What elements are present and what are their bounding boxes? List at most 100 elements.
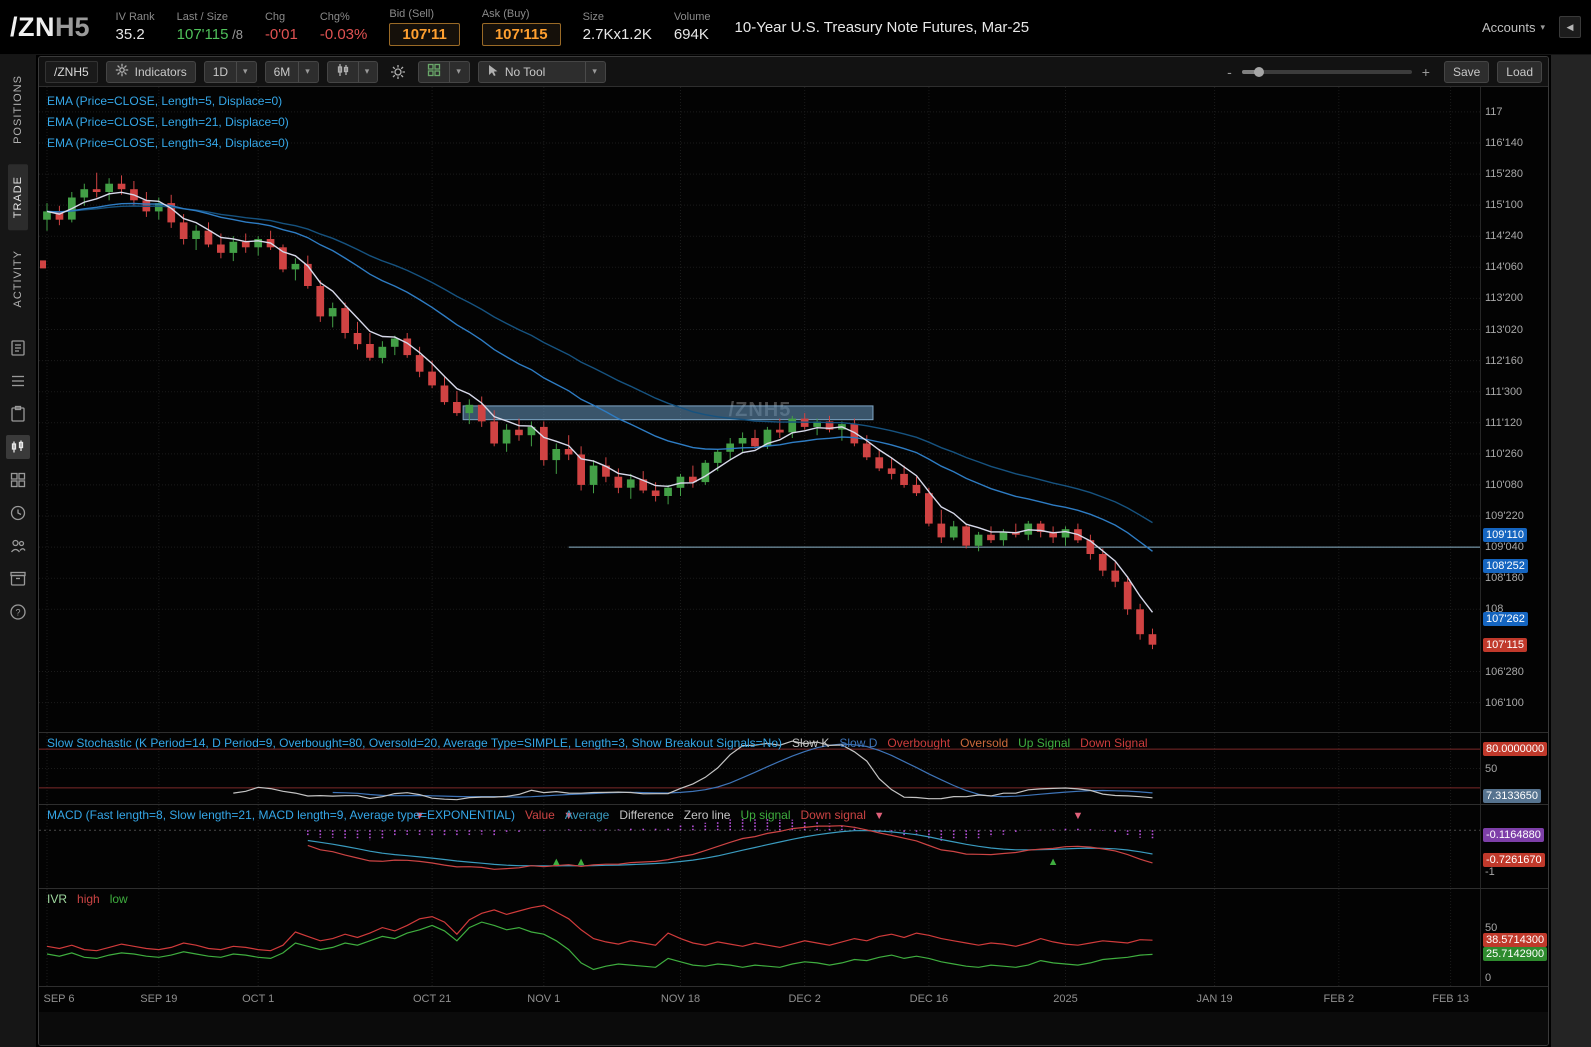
quote-field-value: 694K — [673, 26, 709, 43]
ivr-pane: IVR high low 50 38.5714300 25.7142900 0 — [39, 888, 1548, 986]
symbol-title: /ZN H5 — [10, 12, 90, 43]
chart-icon[interactable] — [6, 434, 30, 459]
zoom-out-button[interactable]: - — [1227, 64, 1232, 80]
collapsed-right-panel[interactable] — [1551, 55, 1591, 1047]
chevron-down-icon: ▾ — [357, 61, 369, 82]
quote-field-bid-sell-: Bid (Sell) 107'11 — [389, 8, 460, 46]
quote-field-last-size: Last / Size 107'115 /8 — [177, 11, 243, 43]
body-row: POSITIONS TRADE ACTIVITY ? /ZNH5 Indicator… — [0, 55, 1591, 1047]
tool-value: No Tool — [504, 64, 546, 79]
load-button[interactable]: Load — [1497, 60, 1542, 83]
quote-field-value: 107'115 /8 — [176, 26, 243, 43]
axis-label: 0 — [1485, 972, 1492, 984]
axis-badge: 107'115 — [1483, 637, 1527, 652]
stochastic-axis[interactable]: 80.0000000 50 7.3133650 — [1480, 733, 1548, 804]
price-chart-canvas[interactable]: /ZNH5 — [39, 87, 1480, 732]
settings-gear-icon[interactable] — [386, 61, 410, 83]
quote-field-volume: Volume 694K — [674, 11, 711, 43]
axis-label: 111'300 — [1485, 385, 1523, 398]
macd-axis[interactable]: -0.1164880 -0.7261670 -1 — [1480, 805, 1548, 888]
range-dropdown[interactable]: 6M ▾ — [264, 60, 319, 83]
people-icon[interactable] — [6, 534, 30, 558]
list-icon[interactable] — [6, 369, 30, 393]
help-icon[interactable]: ? — [6, 600, 30, 624]
axis-badge: 108'252 — [1483, 558, 1528, 573]
price-axis[interactable]: 117 116'140 115'280 115'100 114'240 114'060 11… — [1480, 87, 1548, 732]
axis-label: 106'280 — [1485, 665, 1524, 678]
sidebar-tab-activity[interactable]: ACTIVITY — [8, 238, 28, 320]
axis-badge: -0.1164880 — [1483, 828, 1544, 843]
ivr-canvas[interactable] — [39, 889, 1480, 986]
symbol-input[interactable]: /ZNH5 — [45, 60, 98, 83]
grid-layout-icon — [427, 63, 441, 80]
trading-platform-window: /ZN H5 IV Rank 35.2 Last / Size 107'115 /8 C… — [0, 0, 1591, 1047]
sidebar-tabs: POSITIONS TRADE ACTIVITY — [8, 55, 28, 320]
time-axis-label: JAN 19 — [1196, 993, 1233, 1005]
svg-text:?: ? — [15, 607, 20, 617]
accounts-dropdown[interactable]: Accounts ▾ — [1482, 20, 1545, 35]
time-axis-label: DEC 2 — [788, 993, 821, 1005]
chevron-down-icon: ▾ — [585, 61, 597, 82]
time-axis-label: SEP 6 — [43, 993, 75, 1005]
instrument-title: 10-Year U.S. Treasury Note Futures, Mar-… — [734, 18, 1030, 36]
sidebar-tab-positions[interactable]: POSITIONS — [8, 63, 28, 156]
axis-label: 50 — [1485, 762, 1498, 775]
quote-field-value: -0'01 — [264, 26, 298, 43]
left-sidebar: POSITIONS TRADE ACTIVITY ? — [0, 55, 36, 1047]
axis-label: 110'080 — [1485, 478, 1523, 491]
time-axis[interactable]: SEP 6 SEP 19 OCT 1 OCT 21 NOV 1 NOV 18 DEC 2 DE… — [39, 986, 1548, 1012]
axis-badge: 109'110 — [1483, 528, 1527, 542]
timeframe-dropdown[interactable]: 1D ▾ — [203, 60, 257, 83]
price-chart-pane: /ZNH5 EMA (Price=CLOSE, Length=5, Displa… — [39, 87, 1548, 732]
svg-text:▼: ▼ — [563, 810, 574, 822]
axis-label: 110'260 — [1485, 447, 1523, 460]
axis-label: 112'160 — [1485, 354, 1523, 367]
save-button[interactable]: Save — [1443, 60, 1490, 83]
indicators-label: Indicators — [134, 64, 187, 79]
zoom-in-button[interactable]: + — [1422, 64, 1430, 80]
axis-label: 117 — [1485, 105, 1503, 118]
svg-text:▲: ▲ — [551, 856, 562, 868]
stochastic-canvas[interactable] — [39, 733, 1480, 804]
indicators-button[interactable]: Indicators — [105, 60, 196, 83]
quote-field-value[interactable]: 107'115 — [481, 23, 561, 46]
clipboard-icon[interactable] — [6, 402, 30, 426]
indicators-beaker-icon — [115, 63, 129, 80]
quote-field-value[interactable]: 107'11 — [389, 23, 460, 46]
axis-label: 115'100 — [1485, 199, 1523, 212]
time-axis-label: OCT 21 — [412, 993, 452, 1005]
quote-field-label: Chg — [264, 11, 286, 23]
quote-field-size: Size 2.7Kx1.2K — [583, 11, 652, 43]
zoom-slider-handle[interactable] — [1253, 66, 1264, 77]
time-axis-label: DEC 16 — [909, 993, 949, 1005]
chart-style-dropdown[interactable]: ▾ — [326, 60, 379, 83]
quote-field-label: Volume — [673, 11, 711, 23]
zoom-control: - + — [1227, 64, 1430, 80]
chevron-down-icon: ▾ — [449, 61, 461, 82]
quote-field-label: Size — [582, 11, 605, 23]
quote-fields: IV Rank 35.2 Last / Size 107'115 /8 Chg -0'01… — [116, 8, 711, 46]
axis-label: 109'040 — [1485, 541, 1524, 554]
symbol-contract: H5 — [55, 11, 90, 42]
drawing-tool-dropdown[interactable]: No Tool ▾ — [477, 60, 606, 83]
axis-label: 113'020 — [1485, 323, 1523, 336]
ivr-axis[interactable]: 50 38.5714300 25.7142900 0 — [1480, 889, 1548, 986]
report-icon[interactable] — [6, 336, 30, 360]
sidebar-tab-trade[interactable]: TRADE — [8, 163, 28, 231]
axis-badge: 7.3133650 — [1483, 789, 1541, 803]
zoom-slider[interactable] — [1241, 66, 1412, 77]
svg-text:▼: ▼ — [1072, 810, 1083, 822]
collapse-panel-button[interactable]: ◀ — [1559, 16, 1581, 38]
symbol-root: /ZN — [10, 11, 55, 42]
axis-label: 111'120 — [1485, 416, 1523, 429]
axis-badge: 25.7142900 — [1483, 947, 1548, 962]
axis-label: 108'180 — [1485, 572, 1524, 585]
macd-canvas[interactable]: ▼ ▼ ▼ ▼ ▲ ▲ ▲ — [39, 805, 1480, 888]
svg-text:▲: ▲ — [576, 856, 587, 868]
grid-icon[interactable] — [6, 468, 30, 492]
quote-field-label: Last / Size — [176, 11, 229, 23]
clock-icon[interactable] — [6, 501, 30, 525]
archive-icon[interactable] — [6, 567, 30, 591]
svg-text:▼: ▼ — [414, 810, 425, 822]
grid-layout-dropdown[interactable]: ▾ — [418, 60, 470, 83]
